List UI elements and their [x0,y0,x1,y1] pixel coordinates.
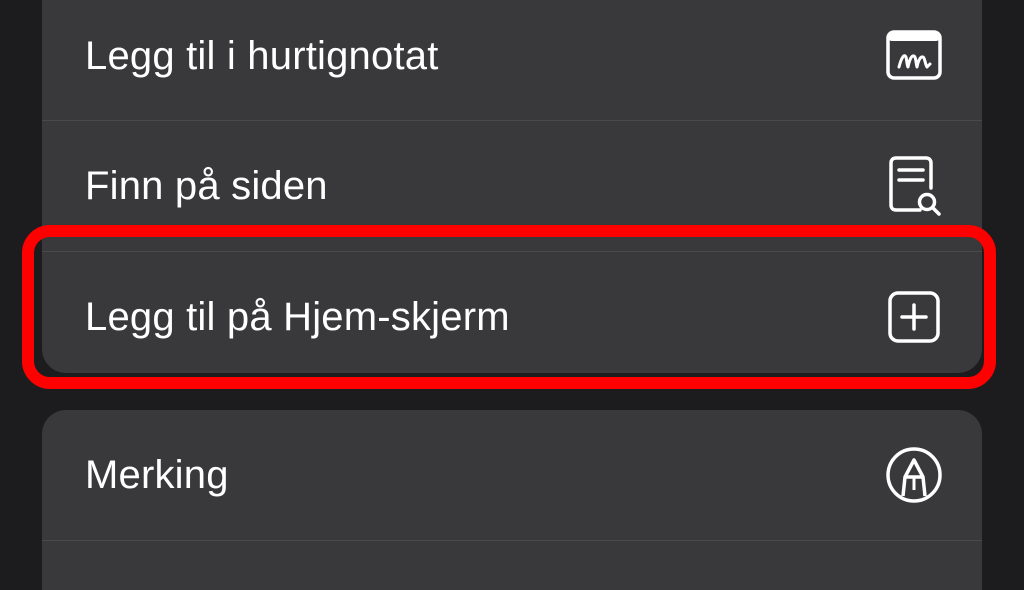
menu-item-label: Finn på siden [85,164,328,208]
menu-item-add-to-home-screen[interactable]: Legg til på Hjem-skjerm [42,252,982,373]
menu-item-markup[interactable]: Merking [42,410,982,540]
markup-pen-icon [884,443,944,507]
menu-item-label: Legg til i hurtignotat [85,34,439,78]
find-on-page-icon [884,154,944,218]
menu-group-primary: Legg til i hurtignotat Finn på siden Leg… [42,0,982,373]
menu-item-find-on-page[interactable]: Finn på siden [42,121,982,251]
menu-separator [42,540,982,541]
menu-group-secondary: Merking [42,410,982,590]
menu-item-quick-note[interactable]: Legg til i hurtignotat [42,0,982,121]
menu-item-label: Legg til på Hjem-skjerm [85,295,510,339]
menu-item-label: Merking [85,453,229,497]
quick-note-icon [884,24,944,88]
add-square-icon [884,285,944,349]
